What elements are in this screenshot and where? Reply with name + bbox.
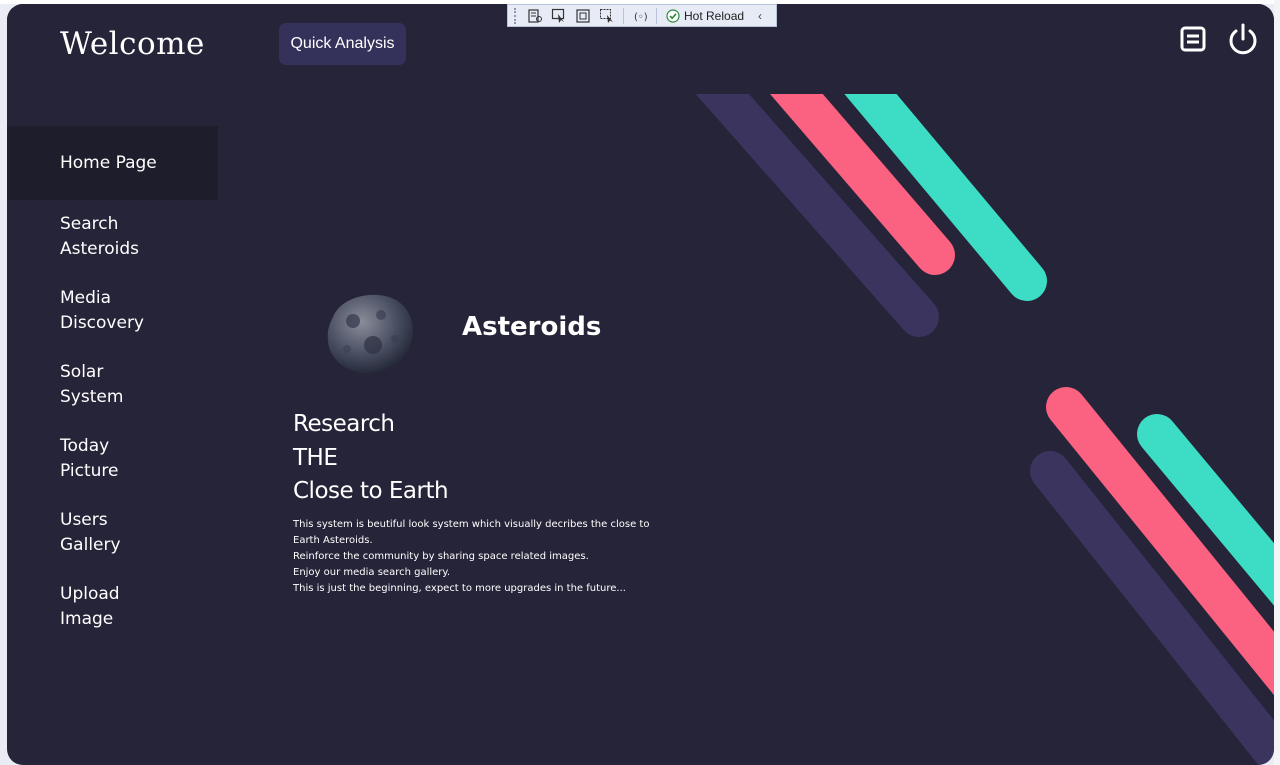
sidebar-item-home-page[interactable]: Home Page — [7, 126, 218, 200]
description-line: This system is beutiful look system whic… — [293, 519, 650, 546]
xaml-debug-toolbar: (◦) Hot Reload ‹ — [507, 4, 777, 27]
description-line: This is just the beginning, expect to mo… — [293, 583, 626, 594]
app-window: Welcome Quick Analysis Home Page Search … — [7, 4, 1274, 765]
select-element-icon[interactable] — [548, 6, 570, 25]
stripe-teal-top — [817, 34, 1047, 301]
page-title: Asteroids — [462, 312, 602, 342]
toolbar-separator — [656, 7, 657, 24]
sidebar-item-label: Users Gallery — [60, 510, 121, 555]
toolbar-grip[interactable] — [514, 7, 518, 24]
stripe-purple-top — [667, 34, 939, 337]
power-icon[interactable] — [1226, 23, 1260, 57]
ide-background-right — [1274, 0, 1280, 765]
sidebar-item-media-discovery[interactable]: Media Discovery — [7, 274, 218, 348]
display-layout-adorners-icon[interactable] — [572, 6, 594, 25]
stripe-purple-bottom — [1030, 451, 1274, 765]
headline-line: Close to Earth — [293, 478, 449, 504]
sidebar-item-label: Today Picture — [60, 436, 119, 481]
binding-failures-icon[interactable]: (◦) — [629, 6, 651, 25]
quick-analysis-button[interactable]: Quick Analysis — [279, 23, 406, 65]
chevron-left-icon[interactable]: ‹ — [758, 9, 762, 23]
asteroid-image — [323, 287, 419, 377]
description-line: Enjoy our media search gallery. — [293, 567, 451, 578]
app-title: Welcome — [60, 26, 205, 62]
live-visual-tree-icon[interactable] — [524, 6, 546, 25]
stripe-pink-bottom — [1046, 387, 1274, 696]
headline: Research THE Close to Earth — [293, 408, 449, 509]
stripe-teal-bottom — [1137, 414, 1274, 606]
hot-reload-label: Hot Reload — [684, 8, 745, 23]
description-line: Reinforce the community by sharing space… — [293, 551, 589, 562]
sidebar-item-today-picture[interactable]: Today Picture — [7, 422, 218, 496]
sidebar-item-upload-image[interactable]: Upload Image — [7, 570, 218, 644]
sidebar-item-solar-system[interactable]: Solar System — [7, 348, 218, 422]
sidebar-item-search-asteroids[interactable]: Search Asteroids — [7, 200, 218, 274]
checkmark-icon — [666, 8, 680, 23]
headline-line: Research — [293, 411, 395, 437]
sidebar-item-label: Home Page — [60, 152, 157, 173]
sidebar-item-label: Upload Image — [60, 584, 120, 629]
window-layout-icon[interactable] — [1180, 26, 1206, 52]
track-focus-icon[interactable] — [596, 6, 618, 25]
sidebar-item-users-gallery[interactable]: Users Gallery — [7, 496, 218, 570]
sidebar-nav: Home Page Search Asteroids Media Discove… — [7, 126, 218, 644]
stripe-pink-top — [742, 34, 955, 275]
description: This system is beutiful look system whic… — [293, 517, 673, 597]
sidebar-item-label: Media Discovery — [60, 288, 144, 333]
svg-text:(◦): (◦) — [634, 12, 647, 23]
hot-reload-button[interactable]: Hot Reload — [662, 9, 748, 23]
sidebar-item-label: Solar System — [60, 362, 124, 407]
toolbar-separator — [623, 7, 624, 24]
headline-line: THE — [293, 444, 338, 471]
sidebar-item-label: Search Asteroids — [60, 214, 139, 259]
